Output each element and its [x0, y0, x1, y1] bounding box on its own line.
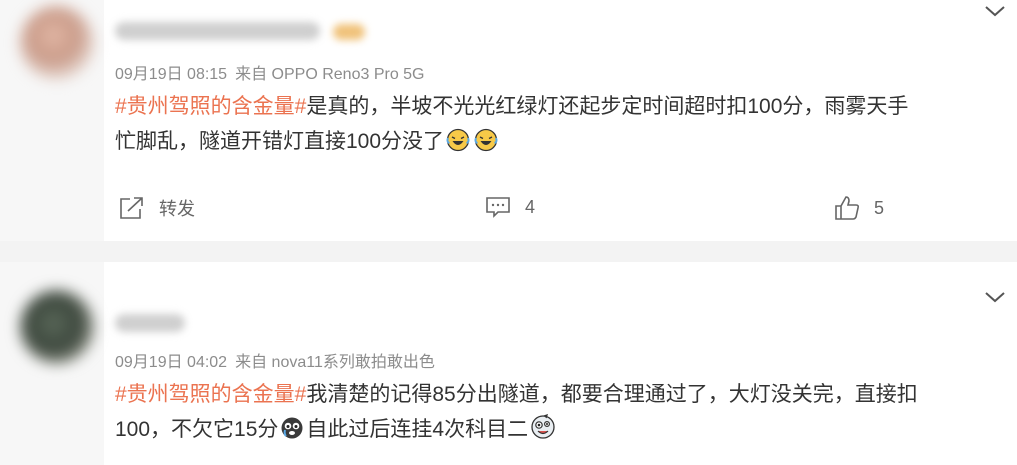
- comment-text: #贵州驾照的含金量#我清楚的记得85分出隧道，都要合理通过了，大灯没关完，直接扣…: [115, 377, 1005, 447]
- hashtag-link[interactable]: #贵州驾照的含金量#: [115, 383, 306, 406]
- chevron-down-icon[interactable]: [983, 290, 1007, 304]
- comment-meta: 09月19日 08:15 来自 OPPO Reno3 Pro 5G: [115, 60, 425, 84]
- comment-text-line: 自此过后连挂4次科目二: [306, 418, 529, 441]
- comment-text-line: 是真的，半坡不光光红绿灯还起步定时间超时扣100分，雨雾天手: [306, 95, 909, 118]
- repost-button[interactable]: 转发: [119, 195, 195, 221]
- crazy-face-emoji: [531, 414, 555, 439]
- avatar[interactable]: [20, 6, 94, 80]
- comment-date: 09月19日 04:02: [115, 354, 228, 371]
- comment-text-line: 我清楚的记得85分出隧道，都要合理通过了，大灯没关完，直接扣: [306, 383, 918, 406]
- hashtag-link[interactable]: #贵州驾照的含金量#: [115, 95, 306, 118]
- crying-face-emoji: [281, 417, 303, 439]
- chevron-down-icon[interactable]: [983, 4, 1007, 18]
- comment-count: 4: [525, 196, 536, 217]
- comment-source: 来自 nova11系列敢拍敢出色: [235, 354, 435, 371]
- comment-meta: 09月19日 04:02 来自 nova11系列敢拍敢出色: [115, 348, 435, 372]
- comment-icon: [486, 197, 510, 218]
- comment-text-line: 100，不欠它15分: [115, 418, 279, 441]
- comment-date: 09月19日 08:15: [115, 66, 228, 83]
- laugh-cry-emoji: [474, 128, 498, 152]
- username-blurred[interactable]: [115, 22, 320, 40]
- action-bar: 转发 4 5: [0, 195, 1017, 225]
- comment-text: #贵州驾照的含金量#是真的，半坡不光光红绿灯还起步定时间超时扣100分，雨雾天手…: [115, 89, 1005, 159]
- comment-source: 来自 OPPO Reno3 Pro 5G: [235, 66, 425, 83]
- laugh-cry-emoji: [446, 128, 470, 152]
- share-icon: [120, 197, 143, 219]
- comment-text-line: 忙脚乱，隧道开错灯直接100分没了: [115, 130, 445, 153]
- avatar[interactable]: [20, 290, 94, 364]
- comment-button[interactable]: 4: [485, 195, 535, 219]
- like-count: 5: [874, 197, 885, 218]
- username-blurred[interactable]: [115, 314, 185, 332]
- repost-label: 转发: [159, 199, 195, 219]
- like-button[interactable]: 5: [834, 195, 884, 221]
- thumbs-up-icon: [835, 196, 860, 220]
- user-badge-icon: [333, 24, 365, 40]
